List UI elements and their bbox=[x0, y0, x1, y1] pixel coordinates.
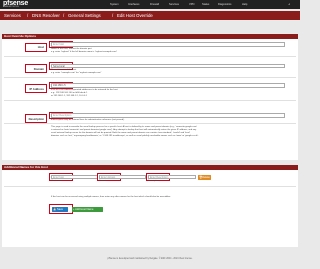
host-label: Host bbox=[37, 45, 44, 49]
host-help-2: e.g. enter "myhost" if the full domain n… bbox=[51, 50, 118, 53]
additional-description-label: Description bbox=[148, 180, 159, 182]
save-button[interactable]: 💾 Save bbox=[52, 206, 68, 212]
breadcrumb-services[interactable]: Services bbox=[4, 13, 21, 18]
description-input[interactable]: Enter Description bbox=[51, 113, 285, 118]
info-text-4: domains such as 'test', 'mycompany.local… bbox=[51, 134, 199, 137]
domain-help-2: e.g. enter "example.com" for "myhost.exa… bbox=[51, 72, 102, 74]
additional-domain-input[interactable]: Enter domain bbox=[99, 174, 146, 179]
menu-firewall[interactable]: Firewall bbox=[150, 3, 159, 6]
domain-input[interactable]: home.local bbox=[51, 63, 285, 68]
breadcrumb-sep: / bbox=[27, 13, 29, 18]
logo-subtitle: COMMUNITY EDITION bbox=[3, 6, 19, 8]
additional-description-input[interactable]: Enter Description bbox=[148, 174, 196, 179]
description-help: A description may be entered here for ad… bbox=[51, 118, 125, 121]
breadcrumb: Services / DNS Resolver / General Settin… bbox=[0, 11, 300, 20]
menu-status[interactable]: Status bbox=[202, 3, 209, 6]
pfsense-logo[interactable]: pfsense COMMUNITY EDITION bbox=[3, 0, 28, 9]
host-input[interactable]: Enter host bbox=[51, 42, 285, 47]
breadcrumb-dns-resolver[interactable]: DNS Resolver bbox=[32, 13, 60, 18]
additional-note: If the host can be accessed using multip… bbox=[51, 196, 171, 198]
additional-host-label: Host name bbox=[51, 180, 62, 182]
ip-address-label: IP Address bbox=[29, 87, 44, 91]
ip-address-input[interactable]: 192.168.1.5 bbox=[51, 83, 285, 88]
logout-icon[interactable]: ⇥ bbox=[288, 3, 290, 6]
menu-system[interactable]: System bbox=[110, 3, 119, 6]
domain-label: Domain bbox=[33, 67, 44, 71]
delete-button[interactable]: 🗑Delete bbox=[198, 174, 211, 180]
breadcrumb-sep: / bbox=[63, 13, 65, 18]
additional-domain-label: Domain bbox=[99, 180, 107, 182]
additional-host-input[interactable]: Enter host bbox=[51, 174, 98, 179]
save-label: Save bbox=[56, 207, 63, 211]
add-host-name-button[interactable]: + Add Host Name bbox=[72, 206, 103, 212]
menu-services[interactable]: Services bbox=[169, 3, 179, 6]
top-navbar: pfsense COMMUNITY EDITION System Interfa… bbox=[0, 0, 300, 9]
breadcrumb-sep: / bbox=[112, 13, 114, 18]
add-host-name-label: Add Host Name bbox=[75, 207, 94, 211]
breadcrumb-general-settings[interactable]: General Settings bbox=[68, 13, 101, 18]
menu-interfaces[interactable]: Interfaces bbox=[128, 3, 139, 6]
menu-vpn[interactable]: VPN bbox=[189, 3, 194, 6]
ip-help-3: or 192.168.1.1, 192.168.1.2, 10.0.0.1 bbox=[51, 94, 88, 97]
delete-label: Delete bbox=[202, 175, 210, 179]
breadcrumb-edit-host-override: Edit Host Override bbox=[117, 13, 153, 18]
footer: pfSense is developed and maintained by N… bbox=[107, 258, 193, 260]
menu-diagnostics[interactable]: Diagnostics bbox=[218, 3, 231, 6]
menu-help[interactable]: Help bbox=[242, 3, 247, 6]
save-icon: 💾 bbox=[53, 207, 57, 211]
description-label: Description bbox=[28, 117, 44, 121]
